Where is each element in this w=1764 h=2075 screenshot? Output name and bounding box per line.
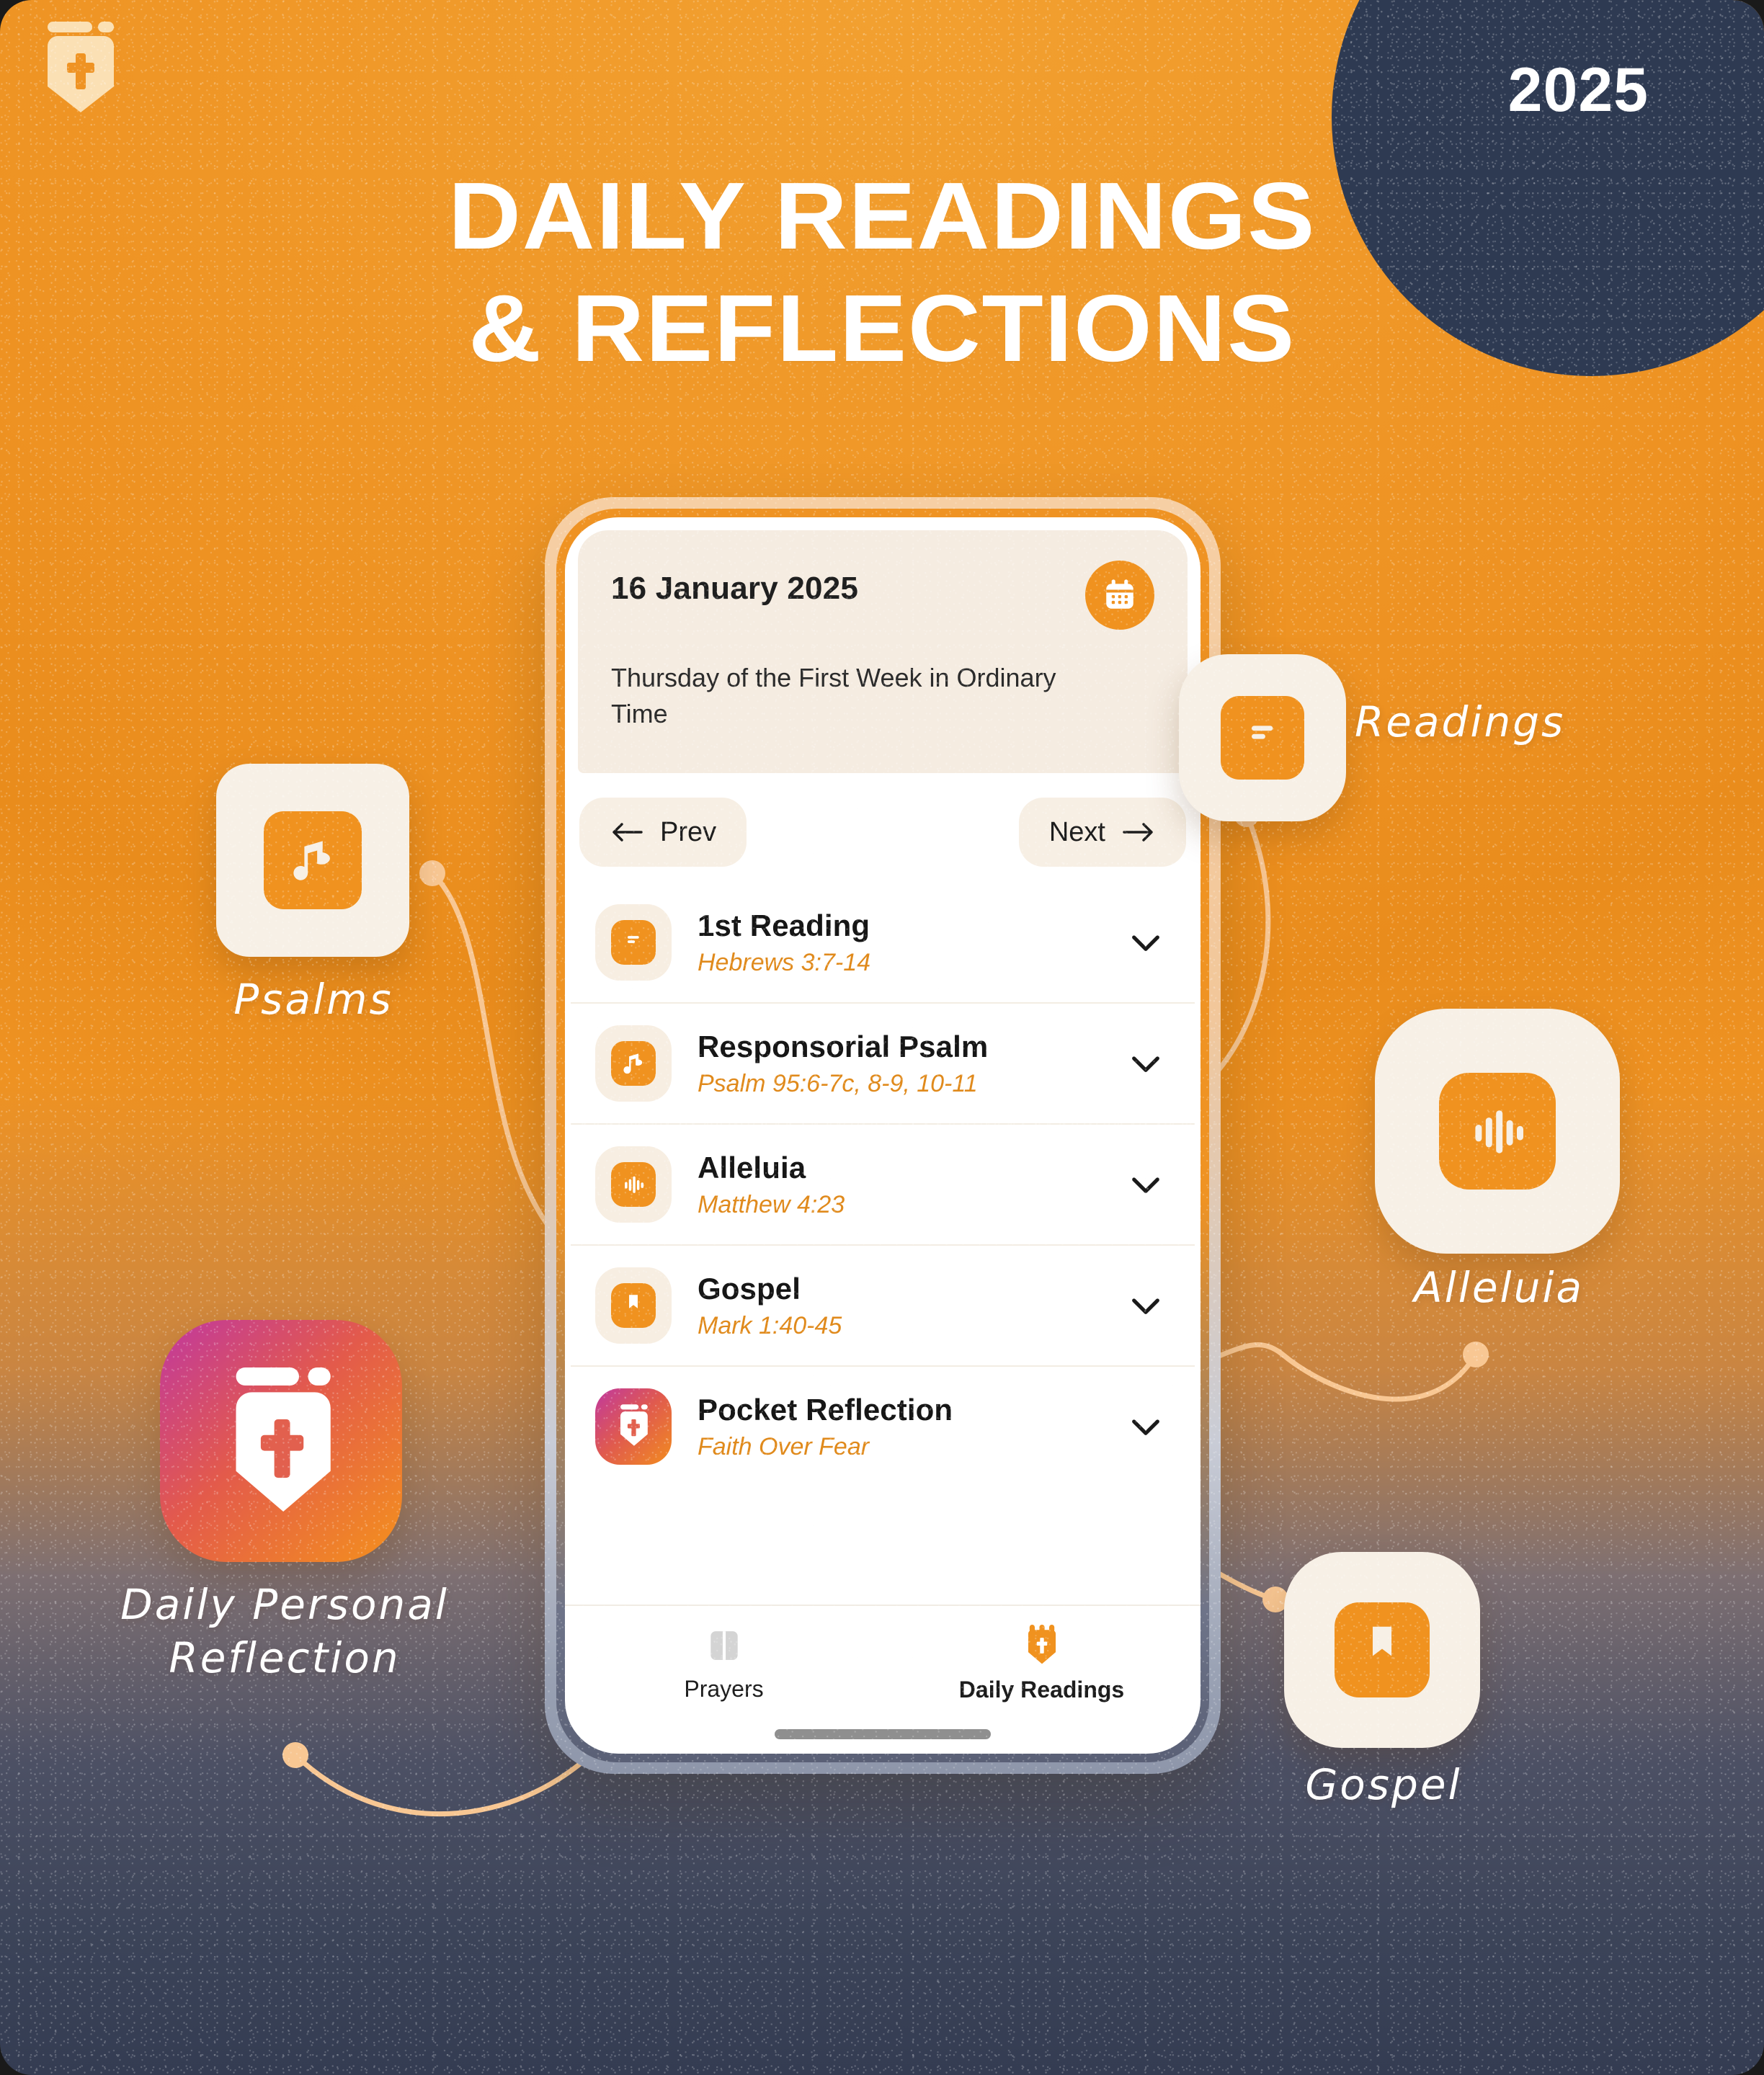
- shield-cross-icon: [614, 1404, 653, 1450]
- shield-cross-icon: [37, 22, 124, 112]
- music-note-icon: [264, 811, 362, 909]
- list-item[interactable]: Gospel Mark 1:40-45: [571, 1246, 1195, 1367]
- chevron-down-icon[interactable]: [1126, 1406, 1166, 1447]
- callout-label-alleluia: Alleluia: [1413, 1263, 1585, 1312]
- poster-canvas: 2025 DAILY READINGS & REFLECTIONS 16 Jan…: [0, 0, 1764, 2075]
- arrow-left-icon: [612, 823, 643, 842]
- home-indicator: [775, 1729, 991, 1739]
- readings-list: 1st Reading Hebrews 3:7-14 Responsorial …: [565, 883, 1200, 1605]
- music-note-icon: [611, 1041, 656, 1086]
- document-lines-icon: [611, 920, 656, 965]
- callout-label-readings: Readings: [1355, 697, 1566, 746]
- open-book-icon: [710, 1631, 738, 1660]
- calendar-icon: [1106, 579, 1133, 609]
- row-icon-wrap: [595, 1146, 672, 1223]
- callout-chip-alleluia[interactable]: [1375, 1009, 1620, 1254]
- reading-reference: Mark 1:40-45: [698, 1311, 842, 1339]
- tab-prayers[interactable]: Prayers: [616, 1625, 832, 1703]
- list-item[interactable]: Responsorial Psalm Psalm 95:6-7c, 8-9, 1…: [571, 1004, 1195, 1125]
- row-icon-wrap: [595, 904, 672, 981]
- reading-reference: Faith Over Fear: [698, 1432, 870, 1460]
- date-card: 16 January 2025 Thursday of the First We…: [578, 530, 1188, 774]
- chevron-down-icon[interactable]: [1126, 1164, 1166, 1205]
- next-day-label: Next: [1048, 816, 1105, 847]
- callout-label-psalms: Psalms: [233, 975, 393, 1024]
- row-icon-wrap: [595, 1388, 672, 1465]
- list-item[interactable]: Alleluia Matthew 4:23: [571, 1125, 1195, 1246]
- row-icon-wrap: [595, 1025, 672, 1102]
- tab-daily-readings[interactable]: Daily Readings: [934, 1625, 1150, 1703]
- year-badge-label: 2025: [1507, 55, 1649, 125]
- prev-day-button[interactable]: Prev: [579, 798, 747, 867]
- callout-chip-psalms[interactable]: [216, 764, 409, 957]
- phone-screen: 16 January 2025 Thursday of the First We…: [565, 517, 1200, 1754]
- shield-cross-icon: [213, 1367, 349, 1515]
- calendar-button[interactable]: [1085, 561, 1154, 630]
- bottom-tab-bar: Prayers Daily Readings: [565, 1605, 1200, 1710]
- list-item[interactable]: Pocket Reflection Faith Over Fear: [571, 1367, 1195, 1486]
- reading-title: Pocket Reflection: [698, 1392, 953, 1427]
- waveform-icon: [611, 1162, 656, 1208]
- callout-chip-readings[interactable]: [1179, 654, 1346, 821]
- callout-chip-gospel[interactable]: [1284, 1552, 1480, 1748]
- next-day-button[interactable]: Next: [1018, 798, 1186, 867]
- waveform-icon: [1439, 1073, 1556, 1190]
- page-title-line-2: & REFLECTIONS: [468, 275, 1296, 381]
- page-title-line-1: DAILY READINGS: [447, 163, 1317, 269]
- callout-chip-daily-personal-reflection[interactable]: [160, 1320, 402, 1562]
- liturgical-day: Thursday of the First Week in Ordinary T…: [611, 663, 1056, 728]
- document-lines-icon: [1221, 696, 1304, 780]
- tab-label: Daily Readings: [958, 1677, 1125, 1703]
- chevron-down-icon[interactable]: [1126, 1285, 1166, 1326]
- reading-reference: Matthew 4:23: [698, 1190, 845, 1218]
- bookmark-book-icon: [1335, 1602, 1430, 1697]
- callout-label-gospel: Gospel: [1305, 1760, 1462, 1809]
- arrow-right-icon: [1123, 823, 1153, 842]
- reading-title: Gospel: [698, 1271, 801, 1306]
- bookmark-book-icon: [611, 1283, 656, 1329]
- reading-title: 1st Reading: [698, 908, 870, 942]
- list-item[interactable]: 1st Reading Hebrews 3:7-14: [571, 883, 1195, 1004]
- page-title: DAILY READINGS & REFLECTIONS: [0, 160, 1764, 385]
- phone-mockup: 16 January 2025 Thursday of the First We…: [545, 497, 1221, 1774]
- row-icon-wrap: [595, 1267, 672, 1344]
- tab-label: Prayers: [684, 1676, 764, 1702]
- chevron-down-icon[interactable]: [1126, 1043, 1166, 1084]
- chevron-down-icon[interactable]: [1126, 922, 1166, 963]
- prev-day-label: Prev: [660, 816, 717, 847]
- reading-reference: Psalm 95:6-7c, 8-9, 10-11: [698, 1069, 978, 1097]
- shield-cross-icon: [1028, 1625, 1056, 1664]
- callout-label-daily-personal-reflection: Daily Personal Reflection: [120, 1580, 449, 1683]
- current-date: 16 January 2025: [611, 571, 859, 606]
- reading-title: Responsorial Psalm: [698, 1029, 989, 1063]
- date-navigation: Prev Next: [565, 773, 1200, 883]
- reading-reference: Hebrews 3:7-14: [698, 948, 871, 976]
- reading-title: Alleluia: [698, 1150, 806, 1184]
